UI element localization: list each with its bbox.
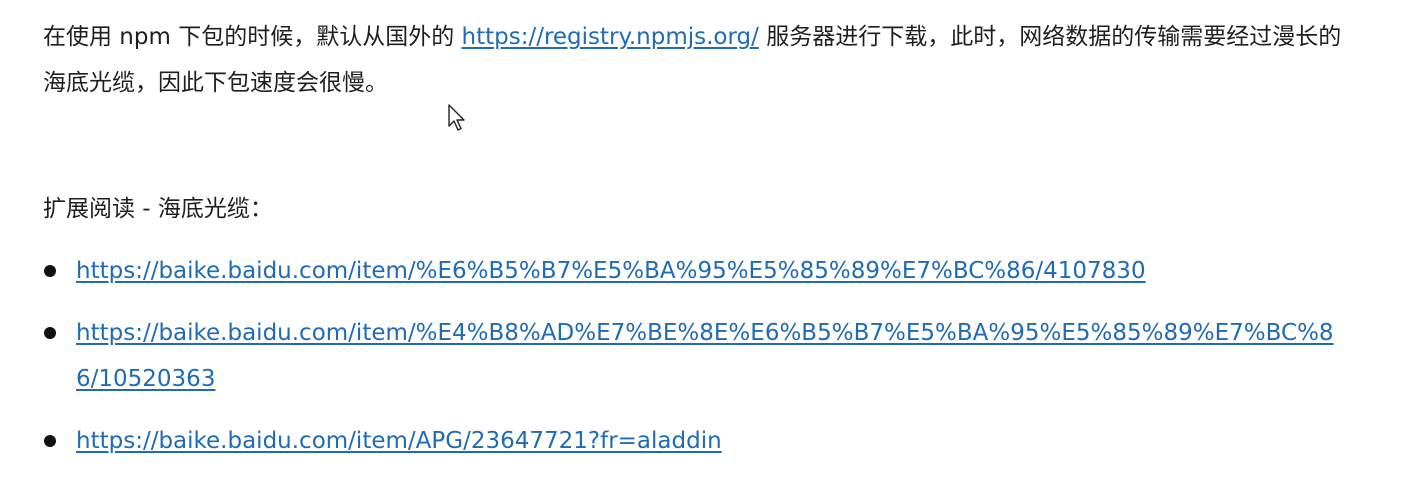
list-item: https://baike.baidu.com/item/%E6%B5%B7%E… [43,248,1353,294]
baike-link-3[interactable]: https://baike.baidu.com/item/APG/2364772… [76,428,722,454]
further-reading-heading: 扩展阅读 - 海底光缆： [43,196,273,222]
bullet-dot-icon [44,265,56,277]
bullet-dot-icon [44,435,56,447]
intro-text-before: 在使用 npm 下包的时候，默认从国外的 [43,24,462,50]
mouse-pointer-icon [448,104,465,131]
baike-link-1[interactable]: https://baike.baidu.com/item/%E6%B5%B7%E… [76,258,1146,284]
bullet-dot-icon [44,327,56,339]
npm-registry-link[interactable]: https://registry.npmjs.org/ [462,24,759,50]
intro-paragraph-container: 在使用 npm 下包的时候，默认从国外的 https://registry.np… [43,14,1353,106]
list-item: https://baike.baidu.com/item/%E4%B8%AD%E… [43,310,1353,402]
baike-link-2[interactable]: https://baike.baidu.com/item/%E4%B8%AD%E… [76,320,1334,392]
further-reading-list: https://baike.baidu.com/item/%E6%B5%B7%E… [43,248,1353,480]
intro-paragraph: 在使用 npm 下包的时候，默认从国外的 https://registry.np… [43,14,1353,106]
list-item: https://baike.baidu.com/item/APG/2364772… [43,418,1353,464]
